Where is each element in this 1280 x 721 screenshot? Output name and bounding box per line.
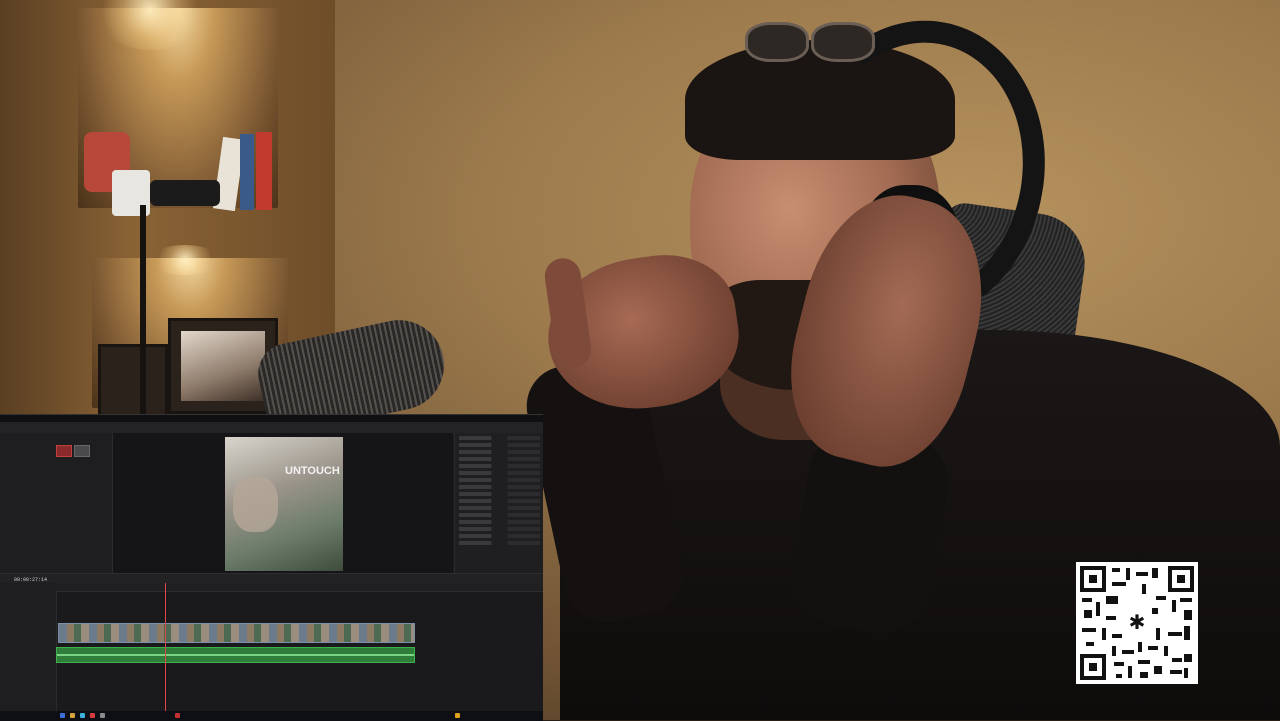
track-headers	[0, 583, 57, 711]
timeline-ruler	[56, 583, 543, 592]
editor-menubar	[0, 415, 543, 422]
audio-track-clip	[56, 647, 415, 663]
preview-viewer: UNTOUCH	[113, 433, 453, 573]
light-stand	[140, 205, 146, 420]
inspector-panel	[454, 433, 543, 573]
preview-title-text: UNTOUCH	[285, 465, 340, 477]
preview-frame: UNTOUCH	[225, 437, 343, 571]
video-track-clips	[58, 623, 415, 643]
book	[256, 132, 272, 210]
media-thumbnail	[74, 445, 90, 457]
speaker	[150, 180, 220, 206]
niche-light	[150, 245, 220, 275]
media-thumbnail	[56, 445, 72, 457]
qr-code-icon: ✱	[1076, 562, 1198, 684]
media-pool	[0, 433, 113, 573]
sunglasses	[745, 22, 885, 62]
book	[240, 134, 254, 210]
asterisk-icon: ✱	[1128, 612, 1146, 634]
playhead	[165, 583, 166, 711]
video-editor-screen: UNTOUCH 00:00:27:14	[0, 414, 543, 721]
timeline	[0, 583, 543, 711]
picture-frame-back	[98, 344, 168, 420]
